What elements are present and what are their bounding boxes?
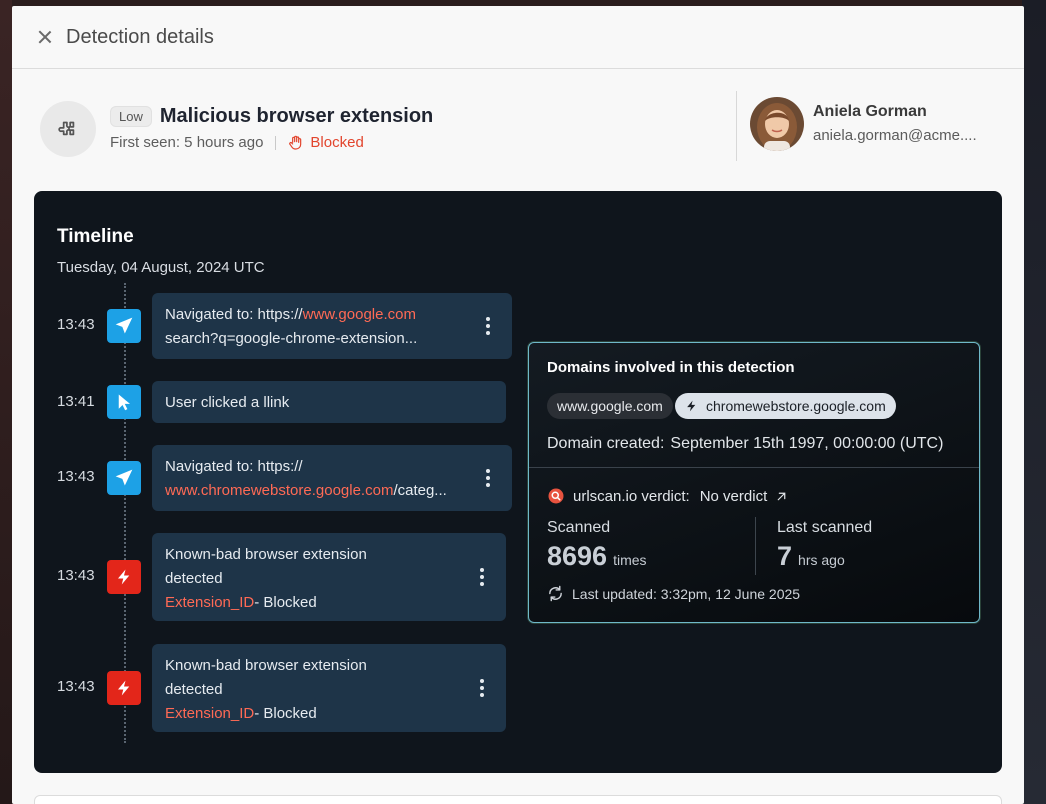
more-options-icon[interactable] (486, 469, 490, 487)
scanned-label: Scanned (547, 519, 611, 536)
popover-title: Domains involved in this detection (547, 359, 795, 376)
event-prefix: Navigated to: https:// (165, 458, 303, 475)
domain-created-label: Domain created: (547, 435, 665, 452)
event-title: Known-bad browser extension (165, 657, 367, 674)
lightning-icon (687, 400, 696, 412)
event-detail: detected (165, 570, 223, 587)
detection-details-panel: Detection details Low Malicious browser … (12, 6, 1024, 804)
scanned-unit: times (613, 552, 647, 568)
lightning-icon (107, 560, 141, 594)
timeline-title: Timeline (57, 226, 134, 247)
timeline-event[interactable]: User clicked a llink (152, 381, 506, 423)
more-options-icon[interactable] (480, 679, 484, 697)
status-badge: Blocked (288, 134, 364, 151)
domains-popover: Domains involved in this detection www.g… (528, 342, 980, 623)
event-status: - Blocked (254, 705, 317, 722)
last-scanned-number: 7 (777, 541, 793, 571)
divider (736, 91, 737, 161)
event-time: 13:43 (57, 468, 95, 485)
domain-created-value: September 15th 1997, 00:00:00 (UTC) (670, 435, 944, 452)
navigate-icon (107, 461, 141, 495)
close-icon[interactable] (38, 30, 52, 44)
divider (529, 467, 979, 468)
more-options-icon[interactable] (480, 568, 484, 586)
extension-id-link[interactable]: Extension_ID (165, 594, 254, 611)
divider (275, 135, 277, 150)
event-detail: search?q=google-chrome-extension... (165, 330, 418, 347)
verdict-link[interactable]: No verdict (700, 488, 768, 505)
extension-icon (40, 101, 96, 157)
verdict-label: urlscan.io verdict: (573, 487, 690, 505)
extension-id-link[interactable]: Extension_ID (165, 705, 254, 722)
timeline-event[interactable]: Navigated to: https:// www.chromewebstor… (152, 445, 512, 511)
event-time: 13:43 (57, 678, 95, 695)
timeline-event[interactable]: Navigated to: https://www.google.com sea… (152, 293, 512, 359)
event-time: 13:43 (57, 316, 95, 333)
event-status: - Blocked (254, 594, 317, 611)
panel-header: Detection details (12, 6, 1024, 69)
user-name: Aniela Gorman (813, 103, 927, 120)
urlscan-verdict: urlscan.io verdict: No verdict (547, 487, 788, 505)
last-scanned-label: Last scanned (777, 519, 873, 536)
divider (755, 517, 756, 575)
panel-title: Detection details (66, 25, 214, 48)
severity-badge: Low (110, 106, 152, 127)
event-detail: detected (165, 681, 223, 698)
avatar[interactable] (750, 97, 804, 151)
event-link[interactable]: www.google.com (303, 306, 416, 323)
scanned-count: 8696 times (547, 541, 647, 572)
domain-chip[interactable]: www.google.com (547, 393, 673, 419)
event-link-suffix: /categ... (393, 482, 447, 499)
navigate-icon (107, 309, 141, 343)
event-title: Known-bad browser extension (165, 546, 367, 563)
first-seen: First seen: 5 hours ago (110, 134, 264, 151)
domain-chip[interactable]: chromewebstore.google.com (675, 393, 896, 419)
timeline-event[interactable]: Known-bad browser extension detected Ext… (152, 533, 506, 621)
timeline-card: Timeline Tuesday, 04 August, 2024 UTC 13… (34, 191, 1002, 773)
detection-summary: Low Malicious browser extension First se… (12, 69, 1024, 191)
next-section (34, 795, 1002, 804)
last-updated: Last updated: 3:32pm, 12 June 2025 (547, 585, 800, 602)
more-options-icon[interactable] (486, 317, 490, 335)
last-scanned-value: 7 hrs ago (777, 541, 845, 572)
domain-label: www.google.com (557, 398, 663, 414)
timeline-date: Tuesday, 04 August, 2024 UTC (57, 259, 265, 276)
event-time: 13:43 (57, 567, 95, 584)
last-scanned-unit: hrs ago (798, 552, 845, 568)
cursor-icon (107, 385, 141, 419)
user-email: aniela.gorman@acme.... (813, 127, 977, 144)
event-prefix: Navigated to: https:// (165, 306, 303, 323)
event-text: User clicked a llink (165, 394, 290, 411)
hand-stop-icon (289, 135, 302, 150)
domain-label: chromewebstore.google.com (706, 398, 886, 414)
urlscan-icon (548, 488, 564, 504)
status-label: Blocked (310, 134, 364, 151)
detection-title: Malicious browser extension (159, 105, 434, 127)
scanned-number: 8696 (547, 541, 608, 571)
external-link-icon[interactable] (775, 490, 788, 503)
lightning-icon (107, 671, 141, 705)
last-updated-text: Last updated: 3:32pm, 12 June 2025 (572, 585, 801, 602)
refresh-icon[interactable] (547, 585, 564, 602)
domain-created: Domain created: September 15th 1997, 00:0… (547, 435, 943, 453)
event-link[interactable]: www.chromewebstore.google.com (165, 482, 393, 499)
event-time: 13:41 (57, 393, 95, 410)
timeline-event[interactable]: Known-bad browser extension detected Ext… (152, 644, 506, 732)
